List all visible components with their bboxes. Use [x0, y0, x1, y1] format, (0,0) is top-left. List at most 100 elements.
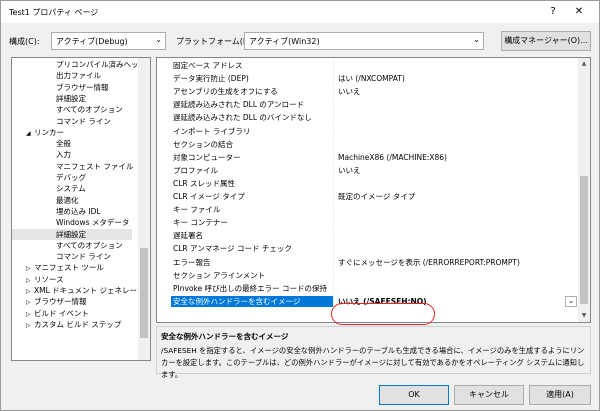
- description-text: /SAFESEH を指定すると、イメージの安全な例外ハンドラーのテーブルも生成で…: [161, 346, 585, 379]
- description-title: 安全な例外ハンドラーを含むイメージ: [161, 332, 289, 341]
- property-name: CLR アンマネージ コード チェック: [173, 244, 292, 254]
- tree-item[interactable]: 出力ファイル: [12, 70, 101, 81]
- column-divider: [333, 86, 334, 98]
- tree-item[interactable]: 入力: [12, 149, 71, 160]
- tree-item-label: Windows メタデータ: [56, 218, 130, 228]
- category-tree[interactable]: プリコンパイル済みヘッ 出力ファイル ブラウザー情報 詳細設定 すべてのオプション コマン…: [11, 57, 151, 361]
- property-row[interactable]: キー コンテナー: [157, 217, 579, 229]
- tree-item[interactable]: ▷ ビルド イベント: [12, 308, 89, 319]
- property-row[interactable]: セクションの結合: [157, 138, 579, 150]
- tree-item[interactable]: 詳細設定: [12, 228, 132, 240]
- property-row[interactable]: エラー報告 すぐにメッセージを表示 (/ERRORREPORT:PROMPT): [157, 256, 579, 268]
- property-row[interactable]: 遅延読み込みされた DLL のアンロード: [157, 99, 579, 111]
- tree-item[interactable]: 詳細設定: [12, 93, 86, 104]
- tree-item-label: ブラウザー情報: [34, 297, 87, 307]
- tree-item-label: マニフェスト ファイル: [56, 161, 134, 171]
- tree-item-label: コマンド ライン: [56, 116, 111, 126]
- property-name: キー コンテナー: [173, 218, 228, 228]
- tree-item-label: カスタム ビルド ステップ: [34, 319, 122, 329]
- property-name: 固定ベース アドレス: [173, 61, 243, 70]
- column-divider: [333, 125, 334, 137]
- tree-item[interactable]: 最適化: [12, 195, 79, 206]
- property-row[interactable]: CLR アンマネージ コード チェック: [157, 243, 579, 255]
- property-row[interactable]: CLR スレッド属性: [157, 177, 579, 190]
- apply-button[interactable]: 適用(A): [529, 385, 591, 405]
- property-name: アセンブリの生成をオフにする: [173, 87, 278, 97]
- triangle-right-icon[interactable]: ▷: [26, 320, 34, 331]
- property-row[interactable]: 遅延署名: [157, 230, 579, 242]
- property-name: インポート ライブラリ: [173, 126, 251, 136]
- tree-item[interactable]: コマンド ライン: [12, 116, 111, 127]
- tree-item[interactable]: すべてのオプション: [12, 240, 123, 251]
- tree-item-label: マニフェスト ツール: [34, 263, 104, 273]
- grid-scrollbar[interactable]: ▲ ▼: [578, 58, 590, 322]
- property-name: セクション アラインメント: [173, 270, 266, 280]
- property-row[interactable]: PInvoke 呼び出しの最終エラー コードの保持: [157, 282, 579, 294]
- configuration-manager-button[interactable]: 構成マネージャー(O)...: [501, 31, 591, 51]
- property-name: CLR スレッド属性: [173, 178, 236, 188]
- property-row[interactable]: 対象コンピューター MachineX86 (/MACHINE:X86): [157, 151, 579, 163]
- tree-item[interactable]: ▷ カスタム ビルド ステップ: [12, 319, 121, 330]
- chevron-down-icon: ⌄: [155, 35, 162, 44]
- tree-item[interactable]: すべてのオプション: [12, 104, 123, 115]
- tree-item[interactable]: ▷ リソース: [12, 274, 64, 285]
- property-row[interactable]: インポート ライブラリ: [157, 125, 579, 137]
- tree-item[interactable]: 全般: [12, 138, 71, 149]
- chevron-down-icon[interactable]: ⌄: [565, 295, 577, 307]
- property-name: 遅延読み込みされた DLL のアンロード: [173, 100, 305, 110]
- property-row[interactable]: 固定ベース アドレス: [157, 60, 579, 72]
- tree-item[interactable]: ▷ マニフェスト ツール: [12, 262, 104, 273]
- tree-item[interactable]: Windows メタデータ: [12, 217, 129, 228]
- grid-scroll-thumb[interactable]: [580, 176, 588, 304]
- tree-item-label: XML ドキュメント ジェネレー: [34, 286, 138, 295]
- property-row[interactable]: アセンブリの生成をオフにする いいえ: [157, 86, 579, 98]
- ok-button[interactable]: OK: [379, 385, 449, 405]
- configuration-combo[interactable]: アクティブ(Debug) ⌄: [51, 32, 166, 50]
- tree-item[interactable]: ◢ リンカー: [12, 127, 64, 138]
- property-value: すぐにメッセージを表示 (/ERRORREPORT:PROMPT): [338, 257, 520, 267]
- close-button[interactable]: ✕: [567, 4, 591, 20]
- column-divider: [333, 177, 334, 190]
- column-divider: [333, 60, 334, 72]
- tree-item[interactable]: マニフェスト ファイル: [12, 161, 133, 172]
- property-row[interactable]: セクション アラインメント: [157, 269, 579, 281]
- tree-item[interactable]: デバッグ: [12, 172, 86, 183]
- tree-item[interactable]: コマンド ライン: [12, 251, 111, 262]
- cancel-button[interactable]: キャンセル: [454, 385, 524, 405]
- platform-combo[interactable]: アクティブ(Win32) ⌄: [244, 32, 484, 50]
- property-grid[interactable]: 固定ベース アドレス データ実行防止 (DEP) はい (/NXCOMPAT) アセン…: [156, 57, 591, 323]
- property-row[interactable]: キー ファイル: [157, 204, 579, 216]
- tree-item-label: 出力ファイル: [56, 71, 101, 81]
- tree-item[interactable]: ▷ XML ドキュメント ジェネレー: [12, 285, 137, 296]
- property-row[interactable]: 遅延読み込みされた DLL のバインドなし: [157, 112, 579, 124]
- tree-scrollbar[interactable]: [138, 58, 150, 360]
- tree-item-label: リンカー: [34, 127, 64, 137]
- platform-value: アクティブ(Win32): [249, 37, 320, 46]
- tree-item-label: プリコンパイル済みヘッ: [56, 60, 139, 69]
- column-divider: [333, 99, 334, 111]
- column-divider: [333, 204, 334, 216]
- tree-item-label: 入力: [56, 150, 71, 160]
- column-divider: [333, 282, 334, 294]
- tree-item-label: ビルド イベント: [34, 308, 89, 318]
- highlight-annotation: [331, 303, 435, 325]
- tree-item-label: リソース: [34, 274, 64, 284]
- tree-item[interactable]: 埋め込み IDL: [12, 206, 101, 217]
- tree-item-label: すべてのオプション: [56, 240, 123, 250]
- tree-item[interactable]: ▷ ブラウザー情報: [12, 296, 87, 307]
- property-row[interactable]: CLR イメージ タイプ 既定のイメージ タイプ: [157, 191, 579, 203]
- tree-item[interactable]: ブラウザー情報: [12, 82, 109, 93]
- column-divider: [333, 217, 334, 229]
- platform-label: プラットフォーム(P):: [176, 37, 254, 46]
- property-row[interactable]: データ実行防止 (DEP) はい (/NXCOMPAT): [157, 73, 579, 85]
- configuration-label: 構成(C):: [9, 37, 40, 46]
- property-value: MachineX86 (/MACHINE:X86): [338, 152, 447, 162]
- tree-scroll-thumb[interactable]: [140, 248, 148, 338]
- property-row[interactable]: プロファイル いいえ: [157, 164, 579, 177]
- tree-item[interactable]: システム: [12, 183, 86, 194]
- scroll-up-icon[interactable]: ▲: [578, 58, 590, 70]
- help-button[interactable]: ?: [541, 4, 565, 20]
- scroll-down-icon[interactable]: ▼: [578, 310, 590, 322]
- tree-item[interactable]: プリコンパイル済みヘッ: [12, 59, 139, 70]
- tree-item-label: 最適化: [56, 195, 79, 205]
